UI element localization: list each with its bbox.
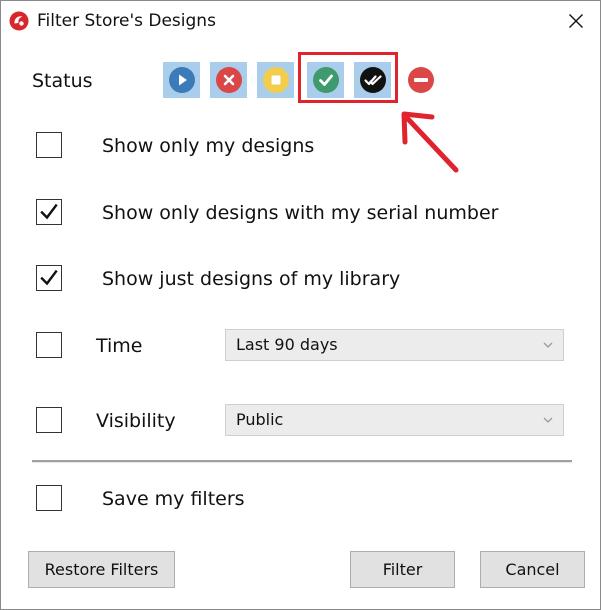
- minus-circle-icon: [407, 67, 434, 93]
- annotation-highlight-box: [298, 52, 398, 103]
- stop-circle-icon: [262, 67, 289, 93]
- time-dropdown[interactable]: Last 90 days: [225, 329, 564, 361]
- serial-number-label: Show only designs with my serial number: [102, 202, 499, 224]
- time-label: Time: [96, 335, 143, 357]
- chevron-down-icon: [543, 417, 553, 423]
- filter-button[interactable]: Filter: [350, 551, 455, 588]
- time-checkbox[interactable]: [36, 332, 62, 358]
- app-logo-icon: [9, 11, 29, 31]
- filter-dialog: Filter Store's Designs Status Show only …: [0, 0, 601, 610]
- visibility-dropdown-value: Public: [236, 410, 284, 429]
- serial-number-checkbox[interactable]: [36, 199, 62, 225]
- cancel-button[interactable]: Cancel: [480, 551, 585, 588]
- my-designs-checkbox[interactable]: [36, 132, 62, 158]
- visibility-label: Visibility: [96, 410, 176, 432]
- library-checkbox[interactable]: [36, 265, 62, 291]
- annotation-arrow-icon: [401, 111, 459, 173]
- save-filters-checkbox[interactable]: [36, 485, 62, 511]
- chevron-down-icon: [543, 342, 553, 348]
- checkmark-icon: [40, 203, 58, 220]
- save-filters-label: Save my filters: [102, 488, 245, 510]
- visibility-checkbox[interactable]: [36, 407, 62, 433]
- library-label: Show just designs of my library: [102, 268, 401, 290]
- status-label: Status: [32, 70, 93, 92]
- visibility-dropdown[interactable]: Public: [225, 404, 564, 436]
- separator: [32, 460, 572, 463]
- checkmark-icon: [40, 269, 58, 286]
- window-title: Filter Store's Designs: [37, 11, 216, 31]
- status-play-button[interactable]: [163, 62, 200, 98]
- status-cancel-button[interactable]: [210, 62, 247, 98]
- close-button[interactable]: [556, 3, 596, 39]
- restore-filters-button[interactable]: Restore Filters: [28, 551, 175, 588]
- status-stop-button[interactable]: [257, 62, 294, 98]
- cancel-circle-icon: [215, 67, 242, 93]
- status-blocked-button[interactable]: [402, 62, 439, 98]
- time-dropdown-value: Last 90 days: [236, 335, 338, 354]
- close-icon: [569, 14, 583, 28]
- my-designs-label: Show only my designs: [102, 135, 315, 157]
- title-bar: Filter Store's Designs: [1, 1, 600, 41]
- play-circle-icon: [168, 67, 195, 93]
